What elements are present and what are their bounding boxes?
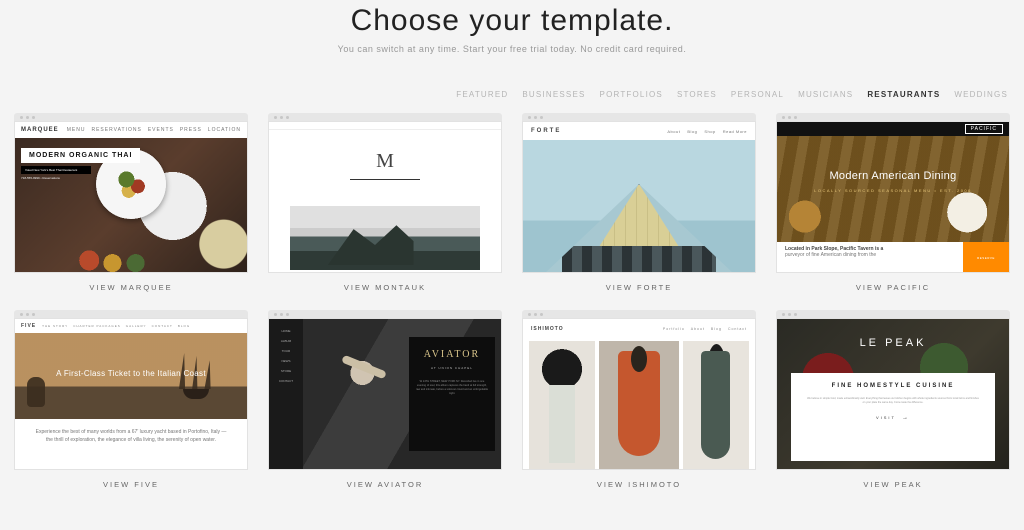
window-chrome <box>14 310 248 318</box>
side-nav-item: NEWS <box>273 359 299 363</box>
template-card-pacific[interactable]: PACIFIC Modern American Dining LOCALLY S… <box>776 113 1010 292</box>
category-tab-stores[interactable]: STORES <box>677 90 717 99</box>
portfolio-image <box>683 341 749 469</box>
template-card-montauk[interactable]: M VIEW MONTAUK <box>268 113 502 292</box>
template-brand: ISHIMOTO <box>531 326 564 332</box>
nav-item: PRESS <box>180 127 202 133</box>
template-card-aviator[interactable]: HOME ALBUM TOUR NEWS STORE CONTACT AVIATOR AT… <box>268 310 502 489</box>
card-description: We believe in simple food, made extraord… <box>807 397 979 405</box>
hero-title: LE PEAK <box>777 337 1009 349</box>
hero-headline: Modern American Dining <box>777 170 1009 182</box>
page-title: Choose your template. <box>10 4 1014 38</box>
portfolio-image <box>599 341 679 469</box>
template-grid: MARQUEE MENU RESERVATIONS EVENTS PRESS LOCAT… <box>10 109 1014 489</box>
nav-item: Shop <box>704 129 715 134</box>
portfolio-image <box>529 341 595 469</box>
nav-item: Portfolio <box>663 327 685 331</box>
window-chrome <box>522 113 756 121</box>
category-tab-personal[interactable]: PERSONAL <box>731 90 784 99</box>
panel-sub: AT UNION CHAPEL <box>415 366 489 370</box>
category-tab-weddings[interactable]: WEDDINGS <box>954 90 1008 99</box>
template-thumb[interactable]: LE PEAK FINE HOMESTYLE CUISINE We believ… <box>776 318 1010 470</box>
template-brand: FORTE <box>531 128 561 134</box>
template-brand: FIVE <box>21 323 36 329</box>
template-card-forte[interactable]: FORTE About Blog Shop Read More VIEW FORTE <box>522 113 756 292</box>
nav-item: THE STORY <box>42 324 68 328</box>
hero-callout-sub: Voted New York's Best Thai Restaurant <box>21 166 91 174</box>
nav-item: MENU <box>67 127 86 133</box>
category-tab-restaurants[interactable]: RESTAURANTS <box>867 90 940 99</box>
category-nav: FEATURED BUSINESSES PORTFOLIOS STORES PERSON… <box>10 62 1014 109</box>
template-card-peak[interactable]: LE PEAK FINE HOMESTYLE CUISINE We believ… <box>776 310 1010 489</box>
nav-item: LOCATION <box>208 127 241 133</box>
side-nav-item: CONTACT <box>273 379 299 383</box>
hero-subhead: LOCALLY SOURCED SEASONAL MENU • EST. 200… <box>777 188 1009 193</box>
nav-item: Blog <box>711 327 722 331</box>
reserve-button[interactable]: RESERVE <box>963 242 1009 273</box>
template-thumb[interactable]: FORTE About Blog Shop Read More <box>522 121 756 273</box>
hero-callout: MODERN ORGANIC THAI <box>21 148 140 163</box>
window-chrome <box>268 310 502 318</box>
view-template-link[interactable]: VIEW MONTAUK <box>268 273 502 292</box>
template-thumb[interactable]: HOME ALBUM TOUR NEWS STORE CONTACT AVIATOR AT… <box>268 318 502 470</box>
nav-item: Blog <box>687 129 697 134</box>
nav-item: BLOG <box>178 324 190 328</box>
hero-callout-phone: 718-555-9999 • Reservations <box>21 176 60 180</box>
template-thumb[interactable]: ISHIMOTO Portfolio About Blog Contact <box>522 318 756 470</box>
view-template-link[interactable]: VIEW PACIFIC <box>776 273 1010 292</box>
category-tab-featured[interactable]: FEATURED <box>456 90 508 99</box>
template-logo: M <box>376 150 394 173</box>
window-chrome <box>268 113 502 121</box>
template-thumb[interactable]: PACIFIC Modern American Dining LOCALLY S… <box>776 121 1010 273</box>
template-thumb[interactable]: MARQUEE MENU RESERVATIONS EVENTS PRESS LOCAT… <box>14 121 248 273</box>
hero-description: Experience the best of many worlds from … <box>15 419 247 470</box>
view-template-link[interactable]: VIEW AVIATOR <box>268 470 502 489</box>
template-card-five[interactable]: FIVE THE STORY CHARTER PACKAGES GALLERY CON… <box>14 310 248 489</box>
view-template-link[interactable]: VIEW MARQUEE <box>14 273 248 292</box>
window-chrome <box>14 113 248 121</box>
template-card-ishimoto[interactable]: ISHIMOTO Portfolio About Blog Contact VIEW … <box>522 310 756 489</box>
card-title: FINE HOMESTYLE CUISINE <box>803 383 983 389</box>
category-tab-businesses[interactable]: BUSINESSES <box>522 90 585 99</box>
nav-item: CHARTER PACKAGES <box>73 324 121 328</box>
side-nav-item: HOME <box>273 329 299 333</box>
window-chrome <box>522 310 756 318</box>
nav-item: Read More <box>723 129 747 134</box>
nav-item: CONTACT <box>152 324 173 328</box>
template-brand: PACIFIC <box>965 124 1003 134</box>
nav-item: About <box>691 327 705 331</box>
strip-text-line2: purveyor of fine American dining from th… <box>785 252 955 258</box>
category-tab-portfolios[interactable]: PORTFOLIOS <box>600 90 663 99</box>
view-template-link[interactable]: VIEW FIVE <box>14 470 248 489</box>
nav-item: Contact <box>728 327 747 331</box>
category-tab-musicians[interactable]: MUSICIANS <box>798 90 853 99</box>
template-thumb[interactable]: FIVE THE STORY CHARTER PACKAGES GALLERY CON… <box>14 318 248 470</box>
window-chrome <box>776 113 1010 121</box>
side-nav-item: STORE <box>273 369 299 373</box>
template-card-marquee[interactable]: MARQUEE MENU RESERVATIONS EVENTS PRESS LOCAT… <box>14 113 248 292</box>
nav-item: GALLERY <box>126 324 147 328</box>
side-nav-item: ALBUM <box>273 339 299 343</box>
hero-caption: A First-Class Ticket to the Italian Coas… <box>27 369 235 378</box>
window-chrome <box>776 310 1010 318</box>
hero-image <box>290 206 480 270</box>
side-nav-item: TOUR <box>273 349 299 353</box>
template-brand: MARQUEE <box>21 127 59 133</box>
nav-item: About <box>667 129 680 134</box>
view-template-link[interactable]: VIEW ISHIMOTO <box>522 470 756 489</box>
arrow-right-icon: → <box>902 415 910 421</box>
view-template-link[interactable]: VIEW FORTE <box>522 273 756 292</box>
panel-title: AVIATOR <box>415 349 489 360</box>
template-thumb[interactable]: M <box>268 121 502 273</box>
nav-item: EVENTS <box>148 127 174 133</box>
panel-desc: W 14TH STREET, NEW YORK NY. Recorded liv… <box>415 380 489 397</box>
view-template-link[interactable]: VIEW PEAK <box>776 470 1010 489</box>
page-subtitle: You can switch at any time. Start your f… <box>10 44 1014 54</box>
nav-item: RESERVATIONS <box>91 127 141 133</box>
visit-button[interactable]: VISIT→ <box>803 415 983 421</box>
